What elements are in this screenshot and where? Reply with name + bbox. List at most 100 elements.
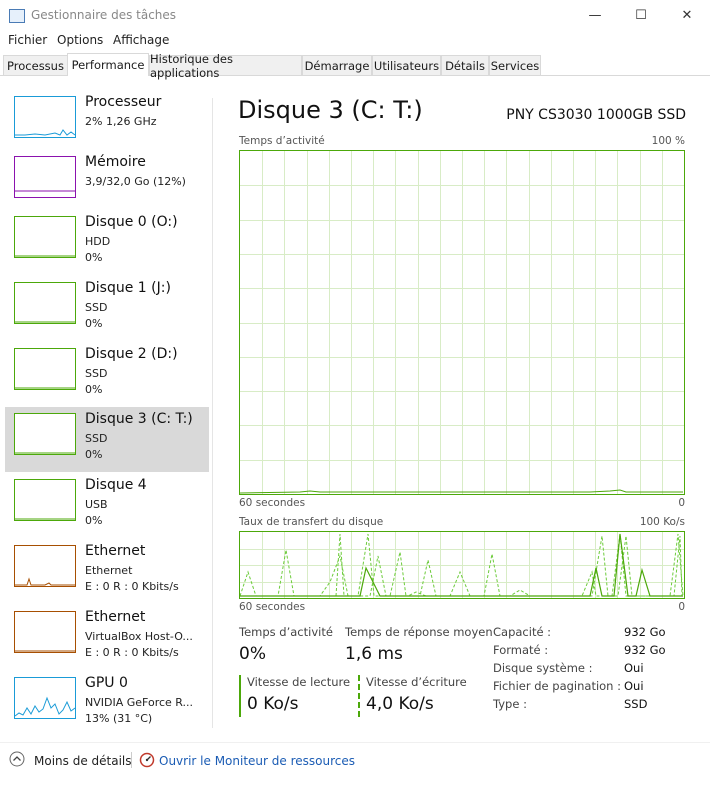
menu-options[interactable]: Options	[57, 33, 103, 47]
sidebar-item[interactable]: Disque 2 (D:) SSD 0%	[5, 342, 209, 407]
sidebar-item[interactable]: Ethernet VirtualBox Host-O... E : 0 R : 0 …	[5, 605, 209, 670]
spec-formatted-value: 932 Go	[624, 643, 666, 657]
read-speed-value: 0 Ko/s	[247, 694, 299, 714]
spec-system-value: Oui	[624, 661, 644, 675]
sidebar-item[interactable]: Processeur 2% 1,26 GHz	[5, 90, 209, 155]
footer-separator	[0, 742, 710, 743]
tab-performance[interactable]: Performance	[67, 53, 149, 76]
menu-fichier[interactable]: Fichier	[8, 33, 47, 47]
transfer-graph-label: Taux de transfert du disque	[239, 516, 384, 528]
sidebar-item-value: 0%	[85, 514, 103, 527]
tab-details[interactable]: Détails	[441, 55, 489, 75]
transfer-graph	[239, 531, 685, 599]
sidebar-item-subtitle: HDD	[85, 235, 111, 248]
sidebar-item-title: Disque 2 (D:)	[85, 346, 178, 362]
resource-monitor-icon	[139, 752, 155, 768]
sidebar-item[interactable]: Ethernet Ethernet E : 0 R : 0 Kbits/s	[5, 539, 209, 604]
sidebar-item[interactable]: Disque 1 (J:) SSD 0%	[5, 276, 209, 341]
sidebar-item-subtitle: Ethernet	[85, 564, 133, 577]
activity-graph-time: 60 secondes	[239, 497, 306, 509]
sidebar-item-subtitle: NVIDIA GeForce R...	[85, 696, 194, 709]
sidebar-item-subtitle: 3,9/32,0 Go (12%)	[85, 175, 186, 188]
sidebar-item-value: 0%	[85, 317, 103, 330]
sidebar-item-title: Processeur	[85, 94, 162, 110]
resource-monitor-link[interactable]: Ouvrir le Moniteur de ressources	[159, 754, 355, 768]
sidebar-item-title: Ethernet	[85, 543, 146, 559]
sidebar-item-value: 0%	[85, 448, 103, 461]
response-stat-value: 1,6 ms	[345, 644, 403, 664]
close-button[interactable]: ✕	[664, 0, 710, 30]
sidebar-item-subtitle: SSD	[85, 367, 108, 380]
response-stat-label: Temps de réponse moyen	[345, 625, 493, 639]
footer-divider	[131, 752, 132, 768]
read-speed-label: Vitesse de lecture	[247, 675, 351, 689]
sidebar-item[interactable]: GPU 0 NVIDIA GeForce R... 13% (31 °C)	[5, 671, 209, 736]
spec-pagefile-label: Fichier de pagination :	[493, 679, 622, 693]
tab-demarrage[interactable]: Démarrage	[302, 55, 372, 75]
spec-type-label: Type :	[493, 697, 527, 711]
sidebar-item-title: Mémoire	[85, 154, 146, 170]
sidebar-thumbnail-graph	[14, 413, 76, 455]
tab-utilisateurs[interactable]: Utilisateurs	[372, 55, 441, 75]
sidebar-thumbnail-graph	[14, 677, 76, 719]
spec-capacity-label: Capacité :	[493, 625, 552, 639]
sidebar-thumbnail-graph	[14, 96, 76, 138]
sidebar-item[interactable]: Mémoire 3,9/32,0 Go (12%)	[5, 150, 209, 215]
sidebar-thumbnail-graph	[14, 156, 76, 198]
sidebar-item-title: Disque 0 (O:)	[85, 214, 178, 230]
sidebar-thumbnail-graph	[14, 348, 76, 390]
activity-graph-label: Temps d’activité	[239, 135, 325, 147]
write-speed-marker	[358, 675, 360, 717]
spec-type-value: SSD	[624, 697, 648, 711]
spec-capacity-value: 932 Go	[624, 625, 666, 639]
write-speed-value: 4,0 Ko/s	[366, 694, 434, 714]
sidebar-thumbnail-graph	[14, 216, 76, 258]
sidebar-item-value: 13% (31 °C)	[85, 712, 153, 725]
sidebar-item-subtitle: SSD	[85, 432, 108, 445]
minimize-button[interactable]: —	[572, 0, 618, 30]
sidebar-item-value: 0%	[85, 383, 103, 396]
sidebar-thumbnail-graph	[14, 545, 76, 587]
disk-title: Disque 3 (C: T:)	[238, 96, 423, 124]
tab-services[interactable]: Services	[489, 55, 541, 75]
chevron-up-icon[interactable]	[9, 751, 25, 767]
tab-processus[interactable]: Processus	[3, 55, 68, 75]
activity-graph-min: 0	[678, 497, 685, 509]
sidebar-item-title: GPU 0	[85, 675, 128, 691]
spec-formatted-label: Formaté :	[493, 643, 549, 657]
spec-system-label: Disque système :	[493, 661, 593, 675]
spec-pagefile-value: Oui	[624, 679, 644, 693]
write-speed-label: Vitesse d’écriture	[366, 675, 467, 689]
disk-model: PNY CS3030 1000GB SSD	[506, 107, 686, 123]
activity-graph-max: 100 %	[651, 135, 685, 147]
sidebar-separator	[212, 98, 213, 728]
transfer-graph-time: 60 secondes	[239, 601, 306, 613]
read-speed-marker	[239, 675, 241, 717]
sidebar-thumbnail-graph	[14, 479, 76, 521]
sidebar-item[interactable]: Disque 0 (O:) HDD 0%	[5, 210, 209, 275]
transfer-graph-min: 0	[678, 601, 685, 613]
menu-affichage[interactable]: Affichage	[113, 33, 169, 47]
activity-graph	[239, 150, 685, 495]
tab-historique[interactable]: Historique des applications	[149, 52, 302, 80]
less-details-button[interactable]: Moins de détails	[34, 754, 132, 768]
activity-stat-value: 0%	[239, 644, 266, 664]
sidebar-item-subtitle: 2% 1,26 GHz	[85, 115, 157, 128]
maximize-button[interactable]: ☐	[618, 0, 664, 30]
window-title: Gestionnaire des tâches	[31, 8, 177, 22]
sidebar-item[interactable]: Disque 3 (C: T:) SSD 0%	[5, 407, 209, 472]
sidebar-item-value: E : 0 R : 0 Kbits/s	[85, 580, 179, 593]
sidebar-thumbnail-graph	[14, 282, 76, 324]
activity-stat-label: Temps d’activité	[239, 625, 333, 639]
menu-bar	[0, 32, 710, 52]
sidebar-item-title: Disque 3 (C: T:)	[85, 411, 193, 427]
sidebar-item-subtitle: SSD	[85, 301, 108, 314]
sidebar-item-title: Disque 1 (J:)	[85, 280, 171, 296]
sidebar-item-value: 0%	[85, 251, 103, 264]
sidebar-thumbnail-graph	[14, 611, 76, 653]
sidebar-item[interactable]: Disque 4 USB 0%	[5, 473, 209, 538]
task-manager-icon	[9, 9, 25, 23]
transfer-graph-max: 100 Ko/s	[639, 516, 685, 528]
sidebar-item-subtitle: USB	[85, 498, 108, 511]
sidebar-item-value: E : 0 R : 0 Kbits/s	[85, 646, 179, 659]
